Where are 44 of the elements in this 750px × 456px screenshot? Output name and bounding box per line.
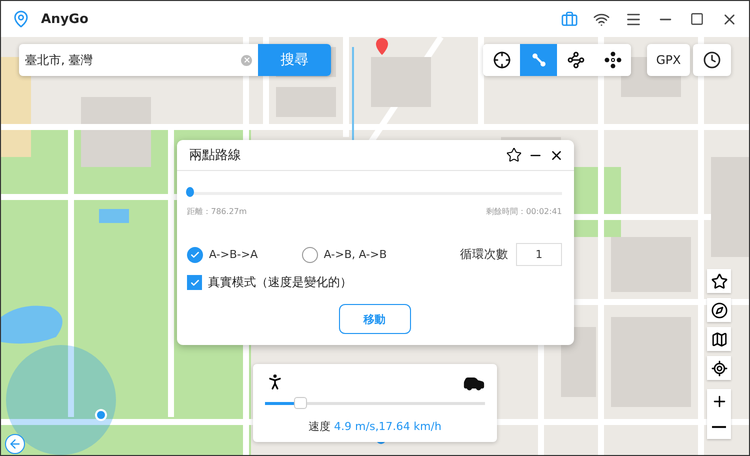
zoom-out-button[interactable]: [707, 414, 731, 439]
maximize-icon[interactable]: [690, 12, 704, 26]
compass-button[interactable]: [707, 298, 731, 322]
minus-icon: [712, 426, 726, 428]
radio-button[interactable]: [302, 246, 318, 262]
checkbox-label: 真實模式（速度是變化的）: [208, 274, 352, 291]
crosshair-icon: [492, 51, 510, 69]
compass-icon: [710, 302, 728, 318]
loop-count-field[interactable]: 1: [516, 243, 562, 266]
distance-text: 距離：786.27m: [187, 206, 247, 217]
radio-label: A->B->A: [209, 248, 258, 261]
star-icon[interactable]: [506, 147, 522, 163]
star-icon: [710, 272, 728, 290]
check-icon: [190, 250, 200, 260]
check-icon: [190, 278, 200, 288]
location-pin-icon: [12, 10, 30, 28]
map-pin-icon: [376, 38, 388, 55]
locate-icon: [710, 360, 728, 376]
checkbox[interactable]: [187, 275, 202, 290]
mode-button[interactable]: [594, 44, 631, 76]
toolbox-icon[interactable]: [560, 10, 578, 28]
dialog-title: 兩點路線: [189, 147, 242, 164]
zoom-in-button[interactable]: [707, 389, 731, 414]
back-arrow-icon: [8, 437, 22, 451]
joystick-icon: [604, 51, 622, 69]
search-text: 臺北市, 臺灣: [25, 52, 94, 68]
two-dot-route-icon: [530, 52, 546, 68]
clock-icon: [703, 51, 721, 69]
slider-thumb[interactable]: [294, 397, 308, 409]
radio-button[interactable]: [187, 246, 203, 262]
gpx-button[interactable]: GPX: [647, 44, 690, 76]
mode-button[interactable]: [557, 44, 594, 76]
remaining-time-text: 剩餘時間：00:02:41: [486, 206, 562, 217]
loop-count-label: 循環次數: [460, 246, 508, 263]
map-button[interactable]: [707, 327, 731, 351]
multi-dot-route-icon: [566, 51, 584, 69]
mode-button[interactable]: [483, 44, 520, 76]
map-icon: [710, 330, 728, 348]
favorite-button[interactable]: [707, 269, 731, 293]
speed-text: 速度 4.9 m/s,17.64 km/h: [308, 419, 442, 434]
app-title: AnyGo: [41, 12, 90, 26]
locate-button[interactable]: [707, 356, 731, 380]
history-button[interactable]: [693, 44, 731, 76]
radio-label: A->B, A->B: [324, 248, 387, 261]
